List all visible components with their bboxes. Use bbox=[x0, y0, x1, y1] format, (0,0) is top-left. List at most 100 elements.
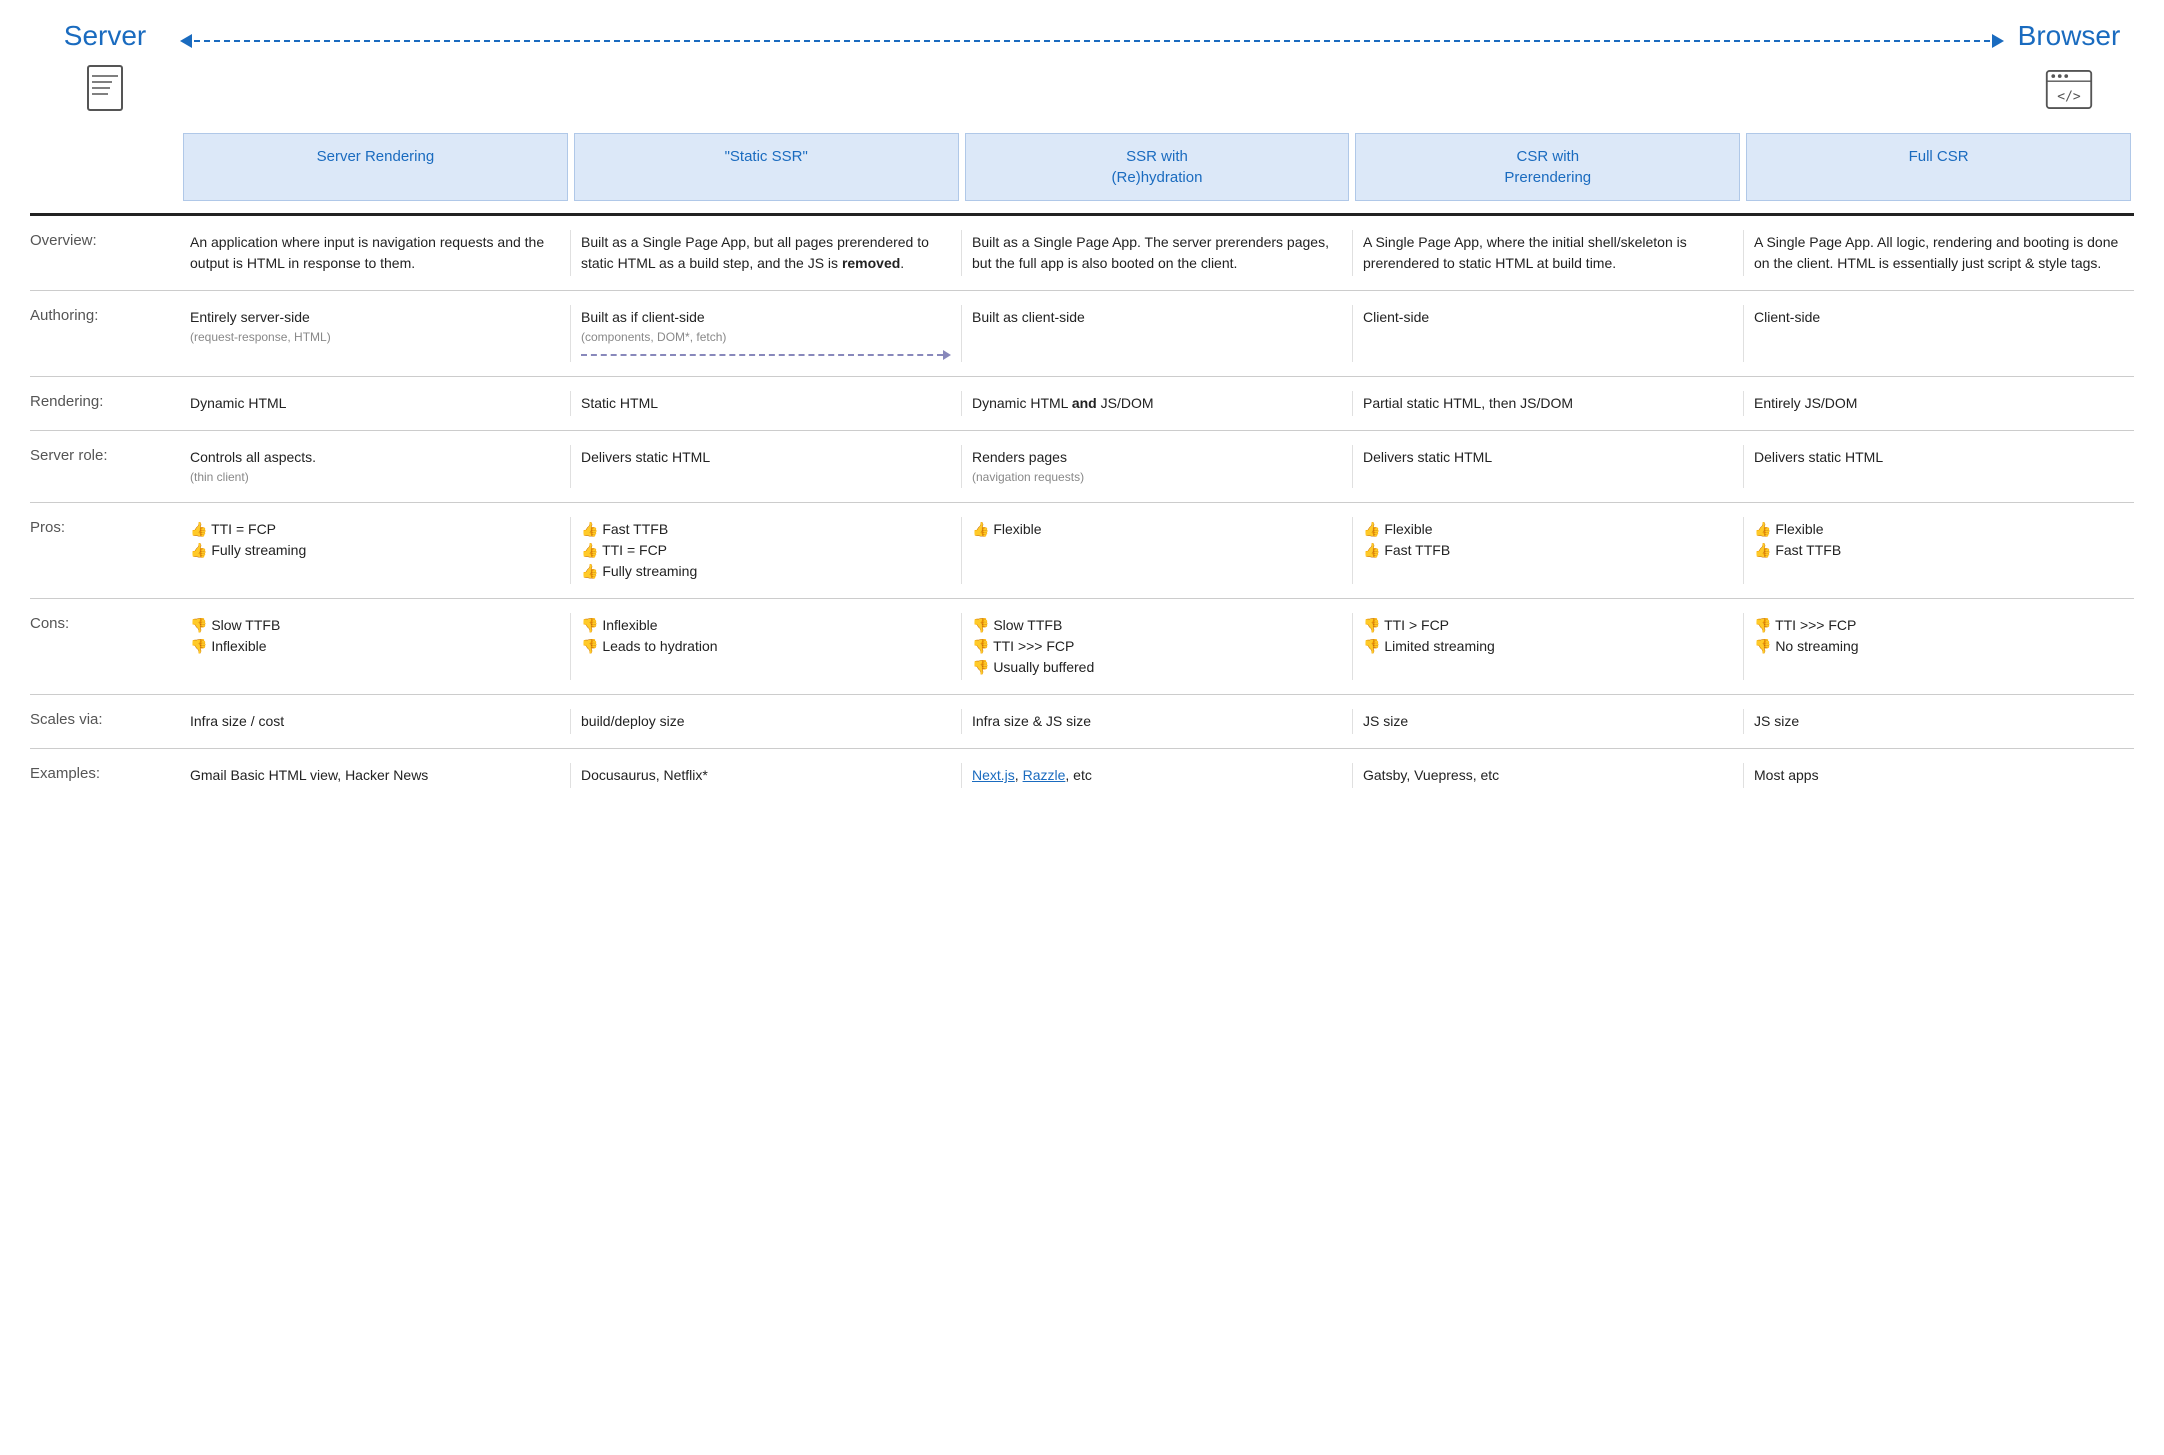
authoring-cell-0: Entirely server-side (request-response, … bbox=[180, 305, 570, 362]
cons-item: 👎 TTI > FCP bbox=[1363, 615, 1733, 636]
scales-cell-0: Infra size / cost bbox=[180, 709, 570, 734]
nextjs-link[interactable]: Next.js bbox=[972, 767, 1015, 783]
cons-item: 👎 TTI >>> FCP bbox=[1754, 615, 2124, 636]
svg-text:</>: </> bbox=[2057, 90, 2081, 105]
overview-row: Overview: An application where input is … bbox=[30, 216, 2134, 291]
scales-cell-3: JS size bbox=[1352, 709, 1743, 734]
pros-item: 👍 Flexible bbox=[1754, 519, 2124, 540]
examples-cell-1: Docusaurus, Netflix* bbox=[570, 763, 961, 788]
cons-cells: 👎 Slow TTFB 👎 Inflexible 👎 Inflexible 👎 … bbox=[180, 613, 2134, 680]
pros-item: 👍 TTI = FCP bbox=[581, 540, 951, 561]
rendering-cell-3: Partial static HTML, then JS/DOM bbox=[1352, 391, 1743, 416]
server-role-cell-3: Delivers static HTML bbox=[1352, 445, 1743, 488]
authoring-sub-1: (components, DOM*, fetch) bbox=[581, 328, 951, 346]
browser-icon: </> bbox=[2004, 62, 2134, 117]
rendering-cells: Dynamic HTML Static HTML Dynamic HTML an… bbox=[180, 391, 2134, 416]
scales-cell-4: JS size bbox=[1743, 709, 2134, 734]
server-role-cell-1: Delivers static HTML bbox=[570, 445, 961, 488]
cons-item: 👎 TTI >>> FCP bbox=[972, 636, 1342, 657]
razzle-link[interactable]: Razzle bbox=[1023, 767, 1066, 783]
overview-cell-0: An application where input is navigation… bbox=[180, 230, 570, 276]
authoring-row: Authoring: Entirely server-side (request… bbox=[30, 291, 2134, 377]
dashed-line bbox=[194, 40, 1990, 42]
col-header-server-rendering: Server Rendering bbox=[183, 133, 568, 201]
scales-row: Scales via: Infra size / cost build/depl… bbox=[30, 695, 2134, 749]
arrow-head-left-icon bbox=[180, 34, 192, 48]
server-role-sub-2: (navigation requests) bbox=[972, 468, 1342, 486]
examples-cells: Gmail Basic HTML view, Hacker News Docus… bbox=[180, 763, 2134, 788]
overview-cell-3: A Single Page App, where the initial she… bbox=[1352, 230, 1743, 276]
pros-label: Pros: bbox=[30, 517, 180, 536]
rendering-cell-2: Dynamic HTML and JS/DOM bbox=[961, 391, 1352, 416]
cons-cell-0: 👎 Slow TTFB 👎 Inflexible bbox=[180, 613, 570, 680]
examples-cell-3: Gatsby, Vuepress, etc bbox=[1352, 763, 1743, 788]
browser-label: Browser bbox=[2004, 20, 2134, 52]
examples-cell-4: Most apps bbox=[1743, 763, 2134, 788]
pros-item: 👍 Flexible bbox=[972, 519, 1342, 540]
overview-cell-2: Built as a Single Page App. The server p… bbox=[961, 230, 1352, 276]
pros-item: 👍 Fast TTFB bbox=[1754, 540, 2124, 561]
arrow-head-right-icon bbox=[1992, 34, 2004, 48]
pros-cell-3: 👍 Flexible 👍 Fast TTFB bbox=[1352, 517, 1743, 584]
cons-label: Cons: bbox=[30, 613, 180, 632]
examples-row: Examples: Gmail Basic HTML view, Hacker … bbox=[30, 749, 2134, 802]
authoring-cell-3: Client-side bbox=[1352, 305, 1743, 362]
cons-cell-3: 👎 TTI > FCP 👎 Limited streaming bbox=[1352, 613, 1743, 680]
authoring-cell-4: Client-side bbox=[1743, 305, 2134, 362]
pros-item: 👍 Fast TTFB bbox=[581, 519, 951, 540]
cons-item: 👎 Slow TTFB bbox=[972, 615, 1342, 636]
pros-item: 👍 Fully streaming bbox=[581, 561, 951, 582]
authoring-label: Authoring: bbox=[30, 305, 180, 324]
rendering-cell-4: Entirely JS/DOM bbox=[1743, 391, 2134, 416]
header-row: Server Browser bbox=[30, 20, 2134, 52]
overview-cell-4: A Single Page App. All logic, rendering … bbox=[1743, 230, 2134, 276]
scales-cell-1: build/deploy size bbox=[570, 709, 961, 734]
cons-item: 👎 Limited streaming bbox=[1363, 636, 1733, 657]
server-icon bbox=[30, 62, 180, 117]
cons-item: 👎 Inflexible bbox=[581, 615, 951, 636]
pros-cell-2: 👍 Flexible bbox=[961, 517, 1352, 584]
server-role-cell-4: Delivers static HTML bbox=[1743, 445, 2134, 488]
cons-item: 👎 Slow TTFB bbox=[190, 615, 560, 636]
cons-item: 👎 No streaming bbox=[1754, 636, 2124, 657]
table-section: Overview: An application where input is … bbox=[30, 216, 2134, 802]
rendering-cell-1: Static HTML bbox=[570, 391, 961, 416]
overview-label: Overview: bbox=[30, 230, 180, 249]
cons-item: 👎 Usually buffered bbox=[972, 657, 1342, 678]
scales-cells: Infra size / cost build/deploy size Infr… bbox=[180, 709, 2134, 734]
overview-cells: An application where input is navigation… bbox=[180, 230, 2134, 276]
cons-cell-1: 👎 Inflexible 👎 Leads to hydration bbox=[570, 613, 961, 680]
rendering-label: Rendering: bbox=[30, 391, 180, 410]
cons-cell-2: 👎 Slow TTFB 👎 TTI >>> FCP 👎 Usually buff… bbox=[961, 613, 1352, 680]
pros-item: 👍 TTI = FCP bbox=[190, 519, 560, 540]
dashed-arrow bbox=[180, 34, 2004, 48]
scales-cell-2: Infra size & JS size bbox=[961, 709, 1352, 734]
col-header-full-csr: Full CSR bbox=[1746, 133, 2131, 201]
server-role-label: Server role: bbox=[30, 445, 180, 464]
cons-item: 👎 Inflexible bbox=[190, 636, 560, 657]
cons-item: 👎 Leads to hydration bbox=[581, 636, 951, 657]
server-role-cell-2: Renders pages (navigation requests) bbox=[961, 445, 1352, 488]
rendering-row: Rendering: Dynamic HTML Static HTML Dyna… bbox=[30, 377, 2134, 431]
server-role-cell-0: Controls all aspects. (thin client) bbox=[180, 445, 570, 488]
examples-cell-0: Gmail Basic HTML view, Hacker News bbox=[180, 763, 570, 788]
authoring-sub-0: (request-response, HTML) bbox=[190, 328, 560, 346]
pros-item: 👍 Flexible bbox=[1363, 519, 1733, 540]
server-role-cells: Controls all aspects. (thin client) Deli… bbox=[180, 445, 2134, 488]
icons-row: </> bbox=[30, 62, 2134, 117]
server-role-sub-0: (thin client) bbox=[190, 468, 560, 486]
pros-cells: 👍 TTI = FCP 👍 Fully streaming 👍 Fast TTF… bbox=[180, 517, 2134, 584]
arrow-container bbox=[180, 34, 2004, 52]
examples-cell-2: Next.js, Razzle, etc bbox=[961, 763, 1352, 788]
pros-item: 👍 Fully streaming bbox=[190, 540, 560, 561]
authoring-cell-2: Built as client-side bbox=[961, 305, 1352, 362]
pros-cell-0: 👍 TTI = FCP 👍 Fully streaming bbox=[180, 517, 570, 584]
cons-cell-4: 👎 TTI >>> FCP 👎 No streaming bbox=[1743, 613, 2134, 680]
server-label: Server bbox=[30, 20, 180, 52]
col-header-ssr-rehydration: SSR with(Re)hydration bbox=[965, 133, 1350, 201]
pros-item: 👍 Fast TTFB bbox=[1363, 540, 1733, 561]
server-role-row: Server role: Controls all aspects. (thin… bbox=[30, 431, 2134, 503]
pros-row: Pros: 👍 TTI = FCP 👍 Fully streaming 👍 Fa… bbox=[30, 503, 2134, 599]
overview-cell-1: Built as a Single Page App, but all page… bbox=[570, 230, 961, 276]
col-header-csr-prerendering: CSR withPrerendering bbox=[1355, 133, 1740, 201]
